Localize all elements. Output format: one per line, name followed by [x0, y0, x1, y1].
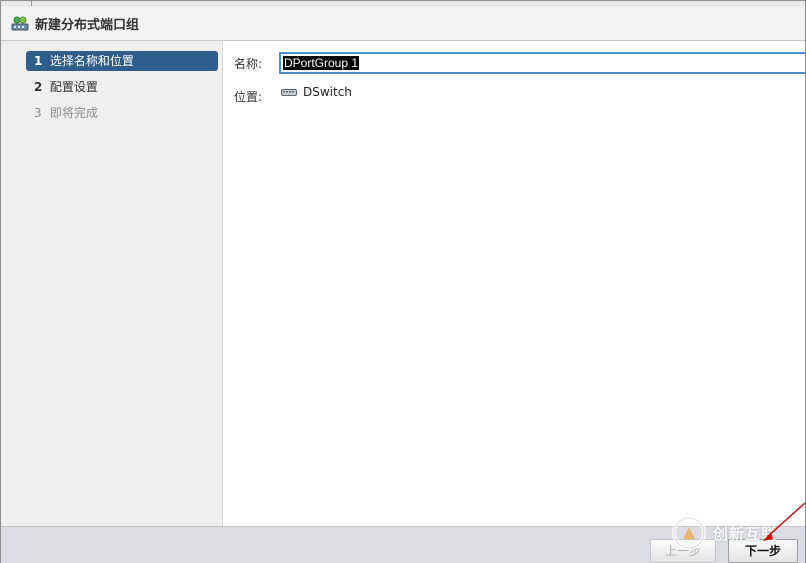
step-number: 3 — [34, 106, 42, 120]
dialog-title: 新建分布式端口组 — [35, 18, 140, 33]
step-configure-settings[interactable]: 2 配置设置 — [26, 77, 218, 97]
top-tab-edge — [1, 1, 32, 6]
wizard-steps-sidebar: 1 选择名称和位置 2 配置设置 3 即将完成 — [1, 41, 223, 526]
new-distributed-portgroup-dialog: 新建分布式端口组 1 选择名称和位置 2 配置设置 3 即将完成 名称: DPo… — [0, 0, 806, 563]
location-text: DSwitch — [303, 85, 352, 99]
distributed-switch-icon — [281, 86, 297, 98]
dialog-footer: 上一步 下一步 — [1, 526, 805, 563]
step-number: 2 — [34, 80, 43, 94]
name-input-value: DPortGroup 1 — [283, 56, 360, 70]
next-button[interactable]: 下一步 — [728, 539, 798, 563]
step-select-name-location[interactable]: 1 选择名称和位置 — [26, 51, 218, 71]
name-input[interactable]: DPortGroup 1 — [279, 52, 805, 74]
previous-button[interactable]: 上一步 — [650, 539, 716, 563]
step-label: 即将完成 — [49, 106, 98, 120]
step-number: 1 — [34, 54, 43, 68]
step-label: 配置设置 — [49, 80, 98, 94]
portgroup-icon — [11, 15, 29, 33]
wizard-content: 名称: DPortGroup 1 位置: DSwitch — [223, 41, 805, 526]
location-value: DSwitch — [281, 85, 352, 99]
location-label: 位置: — [234, 90, 263, 104]
step-ready-to-complete: 3 即将完成 — [26, 103, 218, 123]
step-label: 选择名称和位置 — [49, 54, 134, 68]
dialog-titlebar: 新建分布式端口组 — [1, 7, 805, 41]
name-label: 名称: — [234, 57, 263, 71]
